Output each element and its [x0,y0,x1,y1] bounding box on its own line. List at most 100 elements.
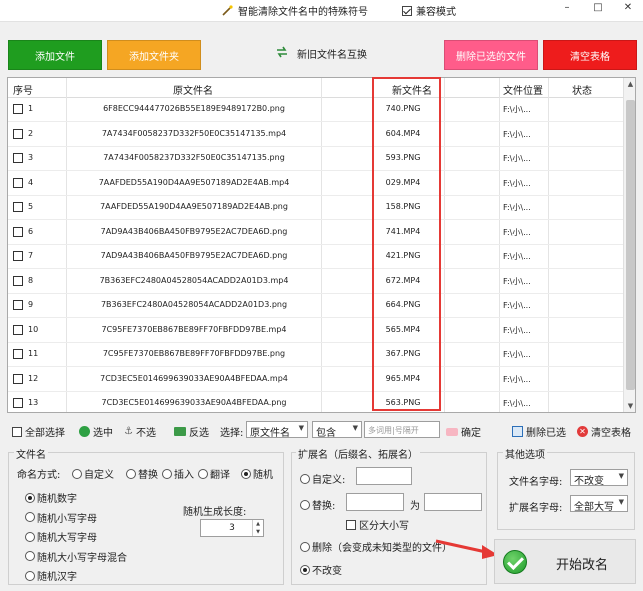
close-button[interactable]: ✕ [613,2,643,18]
clear-table-small-button[interactable]: ✕ 清空表格 [577,424,631,439]
ext-custom-option[interactable]: 自定义: [300,471,345,486]
table-row[interactable]: 8 7B363EFC2480A04528054ACADD2A01D3.mp4 672… [8,270,623,294]
naming-mode-radio[interactable] [72,468,82,479]
table-row[interactable]: 5 7AAFDED55A190D4AA9E507189AD2E4AB.png 158… [8,196,623,220]
random-type-option[interactable]: 随机小写字母 [25,510,97,525]
table-row[interactable]: 1 6F8ECC944477026B55E189E9489172B0.png 740… [8,98,623,122]
start-check-icon [503,550,527,574]
select-button[interactable]: 选中 [79,424,113,439]
naming-mode-option[interactable]: 自定义 [72,466,114,481]
stepper-down-icon[interactable]: ▼ [252,528,263,536]
table-row[interactable]: 6 7AD9A43B406BA450FB9795E2AC7DEA6D.png 741… [8,221,623,245]
delete-selected-files-button[interactable]: 删除已选的文件 [444,40,538,70]
compat-mode-toggle[interactable]: 兼容模式 [402,3,456,18]
row-location: F:\小\... [503,350,531,359]
table-row[interactable]: 13 7CD3EC5E014699639033AE90A4BFEDAA.png 56… [8,392,623,412]
random-length-stepper[interactable]: 3 ▲ ▼ [200,519,264,537]
confirm-button[interactable]: 确定 [446,424,481,439]
clear-x-icon: ✕ [577,426,588,437]
row-original-name: 7AD9A43B406BA450FB9795E2AC7DEA6D.png [100,226,288,236]
start-rename-button[interactable]: 开始改名 [494,539,636,584]
ext-no-change-option[interactable]: 不改变 [300,562,342,577]
ext-no-change-radio[interactable] [300,564,310,575]
table-row[interactable]: 10 7C95FE7370EB867BE89FF70FBFDD97BE.mp4 56… [8,319,623,343]
row-checkbox[interactable] [13,300,23,310]
table-row[interactable]: 2 7A7434F0058237D332F50E0C35147135.mp4 604… [8,123,623,147]
ext-replace-option[interactable]: 替换: [300,497,335,512]
ext-custom-radio[interactable] [300,473,310,484]
naming-mode-radio[interactable] [162,468,172,479]
invert-selection-button[interactable]: 反选 [174,424,209,439]
scroll-down-icon[interactable]: ▼ [624,400,635,412]
row-index: 10 [28,324,39,334]
row-checkbox[interactable] [13,373,23,384]
row-original-name: 7B363EFC2480A04528054ACADD2A01D3.mp4 [99,275,289,285]
row-original-name: 7C95FE7370EB867BE89FF70FBFDD97BE.mp4 [101,324,287,334]
scroll-up-icon[interactable]: ▲ [624,78,635,90]
row-checkbox[interactable] [13,202,23,212]
naming-mode-option[interactable]: 插入 [162,466,194,481]
add-file-button[interactable]: 添加文件 [8,40,102,70]
row-index: 1 [28,104,34,113]
ext-replace-from-input[interactable] [346,493,404,511]
ext-custom-input[interactable] [356,467,412,485]
filename-case-select[interactable]: 不改变 ▼ [570,469,628,487]
ext-replace-radio[interactable] [300,499,310,510]
naming-mode-option[interactable]: 随机 [241,466,273,481]
random-type-option[interactable]: 随机汉字 [25,568,77,583]
table-row[interactable]: 9 7B363EFC2480A04528054ACADD2A01D3.png 664… [8,294,623,318]
random-type-radio[interactable] [25,512,35,522]
row-original-name: 6F8ECC944477026B55E189E9489172B0.png [103,104,285,113]
ext-replace-to-input[interactable] [424,493,482,511]
row-checkbox[interactable] [13,275,23,286]
case-sensitive-option[interactable]: 区分大小写 [346,517,409,532]
vertical-scrollbar[interactable]: ▲ ▼ [623,78,635,412]
table-row[interactable]: 12 7CD3EC5E014699639033AE90A4BFEDAA.mp4 96… [8,368,623,392]
random-type-radio[interactable] [25,551,35,561]
row-checkbox[interactable] [13,128,23,139]
clear-table-button[interactable]: 清空表格 [543,40,637,70]
table-row[interactable]: 11 7C95FE7370EB867BE89FF70FBFDD97BE.png 36… [8,343,623,367]
row-location: F:\小\... [503,276,531,286]
keyword-input[interactable]: 多词用|号隔开 [364,421,440,438]
select-all-toggle[interactable]: 全部选择 [12,424,65,439]
random-type-radio[interactable] [25,531,35,542]
row-checkbox[interactable] [13,349,23,359]
ext-case-select[interactable]: 全部大写 ▼ [570,495,628,513]
row-checkbox[interactable] [13,251,23,261]
compat-mode-checkbox[interactable] [402,5,412,16]
case-sensitive-checkbox[interactable] [346,519,356,530]
select-all-checkbox[interactable] [12,426,22,437]
naming-mode-option[interactable]: 翻译 [198,466,230,481]
field-select[interactable]: 原文件名 ▼ [246,421,308,439]
row-checkbox[interactable] [13,104,23,114]
row-checkbox[interactable] [13,226,23,237]
row-checkbox[interactable] [13,177,23,188]
naming-mode-radio[interactable] [198,468,208,479]
swap-names-button[interactable]: 新旧文件名互换 [275,46,367,61]
minimize-button[interactable]: – [552,2,582,18]
stepper-up-icon[interactable]: ▲ [252,520,263,528]
table-row[interactable]: 7 7AD9A43B406BA450FB9795E2AC7DEA6D.png 421… [8,245,623,269]
deselect-button[interactable]: ⚓ 不选 [124,424,156,439]
delete-selected-button[interactable]: 删除已选 [512,424,566,439]
match-select[interactable]: 包含 ▼ [312,421,362,439]
random-type-option[interactable]: 随机大小写字母混合 [25,549,127,564]
row-checkbox[interactable] [13,398,23,408]
row-checkbox[interactable] [13,153,23,163]
table-row[interactable]: 3 7A7434F0058237D332F50E0C35147135.png 593… [8,147,623,171]
naming-mode-radio[interactable] [126,468,136,479]
table-row[interactable]: 4 7AAFDED55A190D4AA9E507189AD2E4AB.mp4 029… [8,172,623,196]
add-folder-button[interactable]: 添加文件夹 [107,40,201,70]
random-type-option[interactable]: 随机数字 [25,490,77,505]
random-type-option[interactable]: 随机大写字母 [25,529,97,544]
ext-delete-option[interactable]: 删除（会变成未知类型的文件） [300,539,452,554]
random-type-radio[interactable] [25,492,35,503]
scroll-thumb[interactable] [626,100,635,390]
random-type-radio[interactable] [25,570,35,581]
maximize-button[interactable]: □ [583,2,613,18]
naming-mode-radio[interactable] [241,468,251,479]
naming-mode-option[interactable]: 替换 [126,466,158,481]
row-checkbox[interactable] [13,324,23,335]
ext-delete-radio[interactable] [300,541,310,552]
